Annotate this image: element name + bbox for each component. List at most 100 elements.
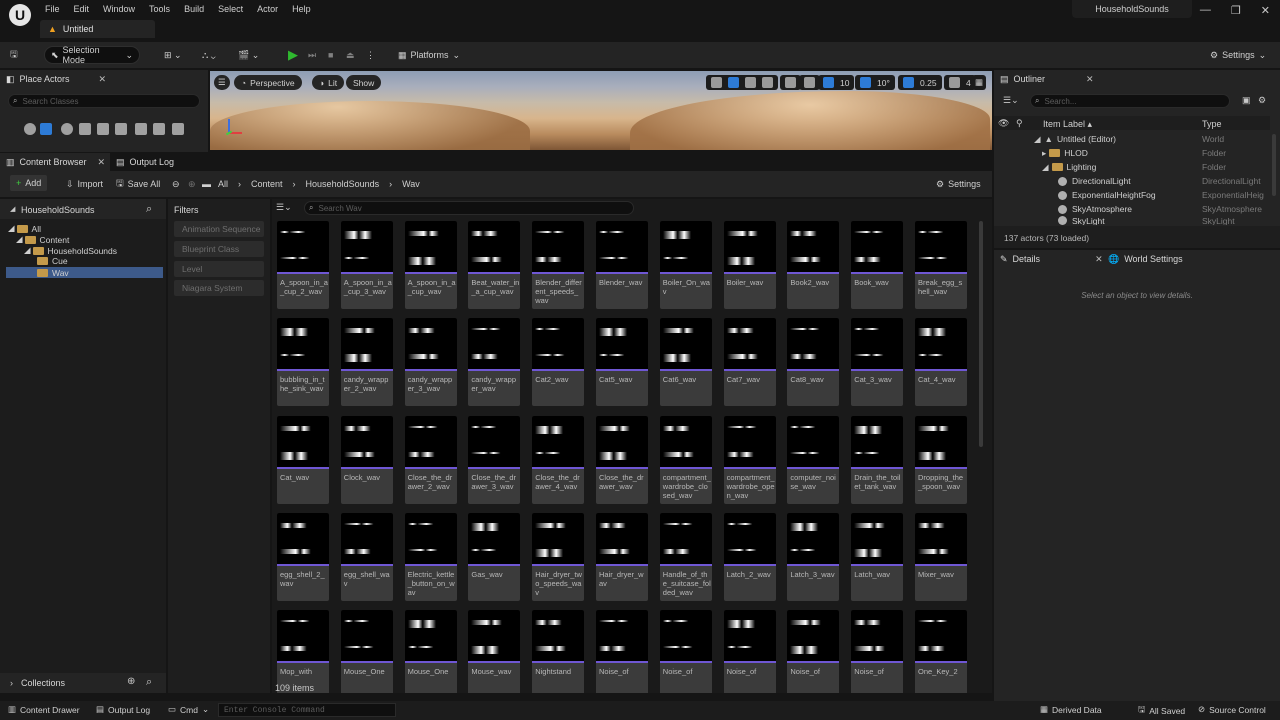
shapes-icon[interactable] <box>79 123 91 135</box>
asset-tile[interactable]: Cat2_wav <box>532 318 585 407</box>
breadcrumb-content[interactable]: Content <box>251 179 283 189</box>
perspective-button[interactable]: ◔ Perspective <box>234 75 302 90</box>
outliner-search[interactable]: ⌕ Search... <box>1030 94 1230 108</box>
asset-tile[interactable]: Handle_of_the_suitcase_folded_wav <box>659 512 712 601</box>
visual-effects-icon[interactable] <box>97 123 109 135</box>
menu-build[interactable]: Build <box>184 2 212 16</box>
asset-tile[interactable]: Hair_dryer_two_speeds_wav <box>532 512 585 601</box>
asset-tile[interactable]: Clock_wav <box>340 415 393 504</box>
asset-tile[interactable]: Dropping_the_spoon_wav <box>915 415 967 504</box>
asset-scrollbar[interactable] <box>979 221 983 447</box>
save-icon[interactable]: 🖫 <box>4 46 24 64</box>
search-icon[interactable]: ⌕ <box>146 676 152 689</box>
basic-icon[interactable] <box>40 123 52 135</box>
camera-speed-button[interactable]: 4 <box>944 75 976 90</box>
cmd-button[interactable]: ▭ Cmd ⌄ <box>168 704 209 715</box>
menu-help[interactable]: Help <box>292 2 319 16</box>
asset-tile[interactable]: egg_shell_2_wav <box>277 512 329 601</box>
close-window-icon[interactable]: ✕ <box>1261 4 1270 17</box>
save-all-button[interactable]: 🖫 Save All <box>110 175 166 193</box>
collapse-arrow-icon[interactable]: ◢ <box>10 205 15 213</box>
gear-icon[interactable]: ⚙ <box>1258 95 1266 106</box>
asset-tile[interactable]: Cat_4_wav <box>915 318 967 407</box>
tree-item-content[interactable]: ◢ Content <box>16 234 69 245</box>
eject-icon[interactable]: ⏏ <box>340 46 361 64</box>
asset-tile[interactable]: Gas_wav <box>468 512 521 601</box>
menu-select[interactable]: Select <box>218 2 251 16</box>
outliner-row[interactable]: DirectionalLight DirectionalLight <box>994 174 1270 188</box>
asset-tile[interactable]: One_Key_2 <box>915 610 967 693</box>
viewport-menu-icon[interactable]: ☰ <box>214 75 230 90</box>
menu-window[interactable]: Window <box>103 2 143 16</box>
menu-actor[interactable]: Actor <box>257 2 286 16</box>
asset-tile[interactable]: Latch_2_wav <box>723 512 776 601</box>
asset-tile[interactable]: Latch_3_wav <box>787 512 840 601</box>
tree-item-householdsounds[interactable]: ◢ HouseholdSounds <box>24 245 117 256</box>
details-tab[interactable]: ✎ Details ✕ <box>994 250 1103 268</box>
select-tool-icon[interactable] <box>711 77 722 88</box>
tree-item-wav[interactable]: Wav <box>6 267 163 278</box>
tree-item-all[interactable]: ◢ All <box>8 223 41 234</box>
mode-selector[interactable]: ⬉ Selection Mode ⌄ <box>44 45 140 65</box>
asset-tile[interactable]: Cat6_wav <box>659 318 712 407</box>
cb-settings-button[interactable]: ⚙ Settings <box>930 175 987 193</box>
asset-tile[interactable]: Boiler_On_wav <box>659 221 712 309</box>
blueprint-icon[interactable]: ⛬ ⌄ <box>196 46 222 64</box>
geometry-icon[interactable] <box>153 123 165 135</box>
asset-tile[interactable]: Noise_of <box>596 610 648 693</box>
cinematics-icon[interactable]: 🎬 ⌄ <box>232 46 265 64</box>
asset-tile[interactable]: compartment_wardrobe_open_wav <box>723 415 776 504</box>
breadcrumb-wav[interactable]: Wav <box>402 179 420 189</box>
all-classes-icon[interactable] <box>135 123 147 135</box>
close-icon[interactable]: ✕ <box>98 157 106 168</box>
maximize-icon[interactable]: ❐ <box>1231 4 1241 17</box>
collections-header[interactable]: › Collections ⊕ ⌕ <box>0 673 166 693</box>
place-actors-search[interactable]: ⌕ Search Classes <box>8 94 200 108</box>
recent-icon[interactable] <box>24 123 36 135</box>
outliner-row[interactable]: ExponentialHeightFog ExponentialHeig <box>994 188 1270 202</box>
asset-tile[interactable]: Cat7_wav <box>723 318 776 407</box>
asset-tile[interactable]: Close_the_drawer_3_wav <box>468 415 521 504</box>
asset-tile[interactable]: Beat_water_in_a_cup_wav <box>468 221 521 309</box>
filter-icon[interactable]: ☰⌄ <box>276 202 292 213</box>
asset-tile[interactable]: Noise_of <box>723 610 776 693</box>
breadcrumb-all[interactable]: All <box>218 179 228 189</box>
asset-tile[interactable]: Noise_of <box>851 610 904 693</box>
coordinate-space-icon[interactable] <box>780 75 801 90</box>
platforms-button[interactable]: ▦ Platforms ⌄ <box>392 46 466 64</box>
minimize-icon[interactable]: — <box>1200 4 1211 17</box>
cinematic-icon[interactable] <box>172 123 184 135</box>
close-icon[interactable]: ✕ <box>1086 74 1094 85</box>
import-button[interactable]: ⇩ Import <box>60 175 109 193</box>
rotate-tool-icon[interactable] <box>745 77 756 88</box>
asset-search[interactable]: ⌕ Search Wav <box>304 201 634 215</box>
filter-blueprint-class[interactable]: Blueprint Class <box>174 241 264 257</box>
asset-tile[interactable]: candy_wrapper_wav <box>468 318 521 407</box>
content-browser-tab[interactable]: ▥ Content Browser ✕ <box>0 153 110 171</box>
asset-tile[interactable]: Cat5_wav <box>596 318 648 407</box>
grid-snap-button[interactable]: 10 <box>818 75 855 90</box>
asset-tile[interactable]: Mop_with <box>277 610 329 693</box>
rotation-snap-button[interactable]: 10° <box>855 75 895 90</box>
play-options-icon[interactable]: ⋮ <box>360 46 381 64</box>
unreal-logo-icon[interactable]: U <box>9 4 31 26</box>
scale-tool-icon[interactable] <box>762 77 773 88</box>
asset-tile[interactable]: Close_the_drawer_2_wav <box>404 415 457 504</box>
asset-tile[interactable]: bubbling_in_the_sink_wav <box>277 318 329 407</box>
play-icon[interactable]: ▶ <box>282 46 304 64</box>
breadcrumb-householdsounds[interactable]: HouseholdSounds <box>306 179 380 189</box>
asset-tile[interactable]: Break_egg_shell_wav <box>915 221 967 309</box>
search-icon[interactable]: ⌕ <box>146 203 152 216</box>
add-button[interactable]: + Add <box>10 175 48 191</box>
asset-tile[interactable]: A_spoon_in_a_cup_2_wav <box>277 221 329 309</box>
tree-item-cue[interactable]: Cue <box>37 256 68 266</box>
outliner-row[interactable]: ◢ Lighting Folder <box>994 160 1270 174</box>
add-actor-icon[interactable]: ⊞ ⌄ <box>158 46 188 64</box>
scale-snap-button[interactable]: 0.25 <box>898 75 942 90</box>
asset-tile[interactable]: Noise_of <box>659 610 712 693</box>
world-settings-tab[interactable]: 🌐 World Settings <box>1102 250 1183 268</box>
asset-tile[interactable]: Close_the_drawer_4_wav <box>532 415 585 504</box>
asset-tile[interactable]: Close_the_drawer_wav <box>596 415 648 504</box>
add-collection-icon[interactable]: ⊕ <box>127 676 135 687</box>
level-viewport[interactable]: ☰ ◔ Perspective ◑ Lit Show 10 10° 0.25 4… <box>210 71 992 150</box>
